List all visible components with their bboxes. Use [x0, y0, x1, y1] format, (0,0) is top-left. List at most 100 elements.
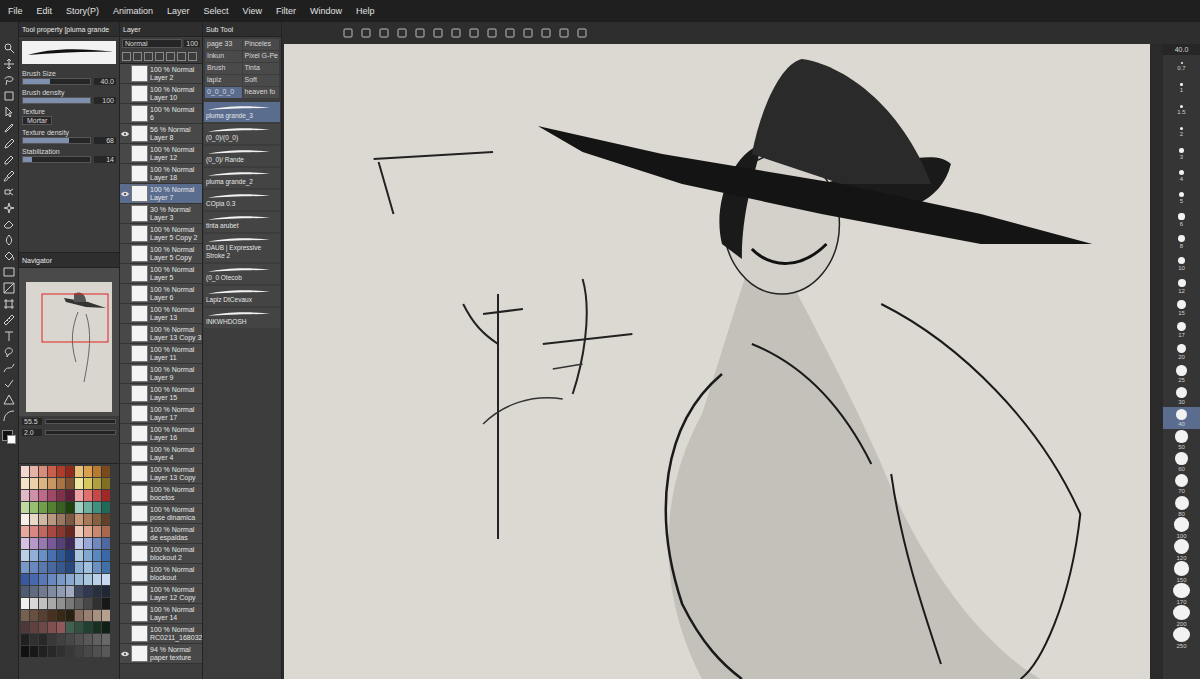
brush-size-item[interactable]: 150 — [1163, 561, 1200, 583]
menu-item[interactable]: Window — [310, 6, 342, 16]
layer-row[interactable]: 100 % NormalLayer 5 Copy 2 — [120, 224, 202, 244]
color-swatch[interactable] — [21, 610, 29, 621]
color-swatch[interactable] — [93, 490, 101, 501]
color-swatch[interactable] — [66, 502, 74, 513]
property-slider[interactable] — [22, 78, 91, 85]
layer-row[interactable]: 100 % Normalblockout 2 — [120, 544, 202, 564]
property-value[interactable]: 100 — [94, 97, 116, 104]
color-swatch[interactable] — [57, 634, 65, 645]
color-swatch[interactable] — [84, 466, 92, 477]
color-swatch[interactable] — [93, 574, 101, 585]
color-swatch[interactable] — [39, 622, 47, 633]
color-swatch[interactable] — [48, 526, 56, 537]
color-swatch[interactable] — [30, 538, 38, 549]
eye-icon[interactable] — [121, 131, 129, 137]
color-swatch[interactable] — [48, 610, 56, 621]
color-swatch[interactable] — [66, 610, 74, 621]
lasso-icon[interactable] — [3, 74, 15, 86]
eye-icon[interactable] — [121, 651, 129, 657]
color-swatch[interactable] — [21, 502, 29, 513]
color-swatch[interactable] — [48, 514, 56, 525]
brush-size-item[interactable]: 12 — [1163, 275, 1200, 297]
brush-size-item[interactable]: 100 — [1163, 517, 1200, 539]
color-swatch[interactable] — [39, 538, 47, 549]
color-swatch[interactable] — [48, 574, 56, 585]
color-swatch[interactable] — [93, 526, 101, 537]
decoration-icon[interactable] — [3, 202, 15, 214]
color-swatch[interactable] — [57, 574, 65, 585]
color-swatch[interactable] — [75, 514, 83, 525]
color-swatch[interactable] — [48, 538, 56, 549]
vertical-scrollbar[interactable] — [1150, 44, 1163, 679]
color-swatch[interactable] — [30, 562, 38, 573]
color-swatch[interactable] — [75, 622, 83, 633]
layer-tool-icon[interactable] — [177, 52, 186, 61]
color-swatch[interactable] — [21, 598, 29, 609]
layer-row[interactable]: 100 % NormalLayer 10 — [120, 84, 202, 104]
text-icon[interactable] — [3, 330, 15, 342]
color-swatch[interactable] — [102, 610, 110, 621]
color-swatch[interactable] — [84, 538, 92, 549]
color-swatch[interactable] — [102, 490, 110, 501]
color-swatch[interactable] — [102, 574, 110, 585]
color-swatch[interactable] — [93, 562, 101, 573]
layer-tool-icon[interactable] — [122, 52, 131, 61]
sub-tool-group[interactable]: Brush — [205, 63, 242, 74]
color-swatch[interactable] — [66, 622, 74, 633]
color-swatch[interactable] — [75, 478, 83, 489]
property-value[interactable]: 14 — [94, 156, 116, 163]
select-icon[interactable] — [3, 90, 15, 102]
color-swatch[interactable] — [39, 646, 47, 657]
menu-item[interactable]: File — [8, 6, 23, 16]
brush-item[interactable]: (0_0 Otecob — [204, 264, 280, 284]
layer-row[interactable]: 100 % NormalLayer 13 Copy 3 — [120, 324, 202, 344]
layer-row[interactable]: 100 % NormalLayer 18 — [120, 164, 202, 184]
texture-select[interactable]: Mortar — [22, 116, 52, 125]
color-swatch[interactable] — [48, 634, 56, 645]
color-swatch[interactable] — [102, 538, 110, 549]
gradient-icon[interactable] — [3, 266, 15, 278]
brush-item[interactable]: (0_0)/ Rande — [204, 146, 280, 166]
brush-size-item[interactable]: 50 — [1163, 429, 1200, 451]
color-swatch[interactable] — [75, 574, 83, 585]
color-swatch[interactable] — [57, 538, 65, 549]
color-swatch[interactable] — [30, 574, 38, 585]
layer-row[interactable]: 100 % NormalLayer 11 — [120, 344, 202, 364]
brush-size-item[interactable]: 17 — [1163, 319, 1200, 341]
brush-size-item[interactable]: 40 — [1163, 407, 1200, 429]
color-swatch[interactable] — [93, 550, 101, 561]
fill-icon[interactable] — [3, 250, 15, 262]
new-icon[interactable] — [342, 27, 354, 39]
color-swatch[interactable] — [39, 574, 47, 585]
color-swatch[interactable] — [21, 490, 29, 501]
sub-tool-group[interactable]: Inkun — [205, 51, 242, 62]
brush-size-item[interactable]: 1.5 — [1163, 99, 1200, 121]
color-swatch[interactable] — [48, 622, 56, 633]
color-swatch[interactable] — [30, 478, 38, 489]
color-swatch[interactable] — [93, 610, 101, 621]
layer-row[interactable]: 100 % NormalLayer 5 Copy — [120, 244, 202, 264]
color-swatch[interactable] — [84, 562, 92, 573]
grid-snap-icon[interactable] — [540, 27, 552, 39]
color-swatch[interactable] — [84, 490, 92, 501]
layer-row[interactable]: 100 % NormalLayer 17 — [120, 404, 202, 424]
property-value[interactable]: 40.0 — [94, 78, 116, 85]
brush-size-item[interactable]: 5 — [1163, 187, 1200, 209]
color-swatch[interactable] — [93, 466, 101, 477]
color-swatch[interactable] — [66, 634, 74, 645]
color-swatch[interactable] — [75, 634, 83, 645]
color-swatch[interactable] — [21, 466, 29, 477]
layer-row[interactable]: 100 % Normalbocetos — [120, 484, 202, 504]
brush-size-item[interactable]: 80 — [1163, 495, 1200, 517]
layer-row[interactable]: 100 % NormalLayer 7 — [120, 184, 202, 204]
layer-row[interactable]: 100 % NormalRC0211_1680326 — [120, 624, 202, 644]
color-swatch[interactable] — [75, 550, 83, 561]
color-swatch[interactable] — [39, 478, 47, 489]
open-icon[interactable] — [360, 27, 372, 39]
color-swatch[interactable] — [57, 610, 65, 621]
brush-size-item[interactable]: 10 — [1163, 253, 1200, 275]
arrow-icon[interactable] — [3, 106, 15, 118]
color-swatch[interactable] — [57, 490, 65, 501]
color-swatch[interactable] — [21, 646, 29, 657]
shape-icon[interactable] — [3, 394, 15, 406]
